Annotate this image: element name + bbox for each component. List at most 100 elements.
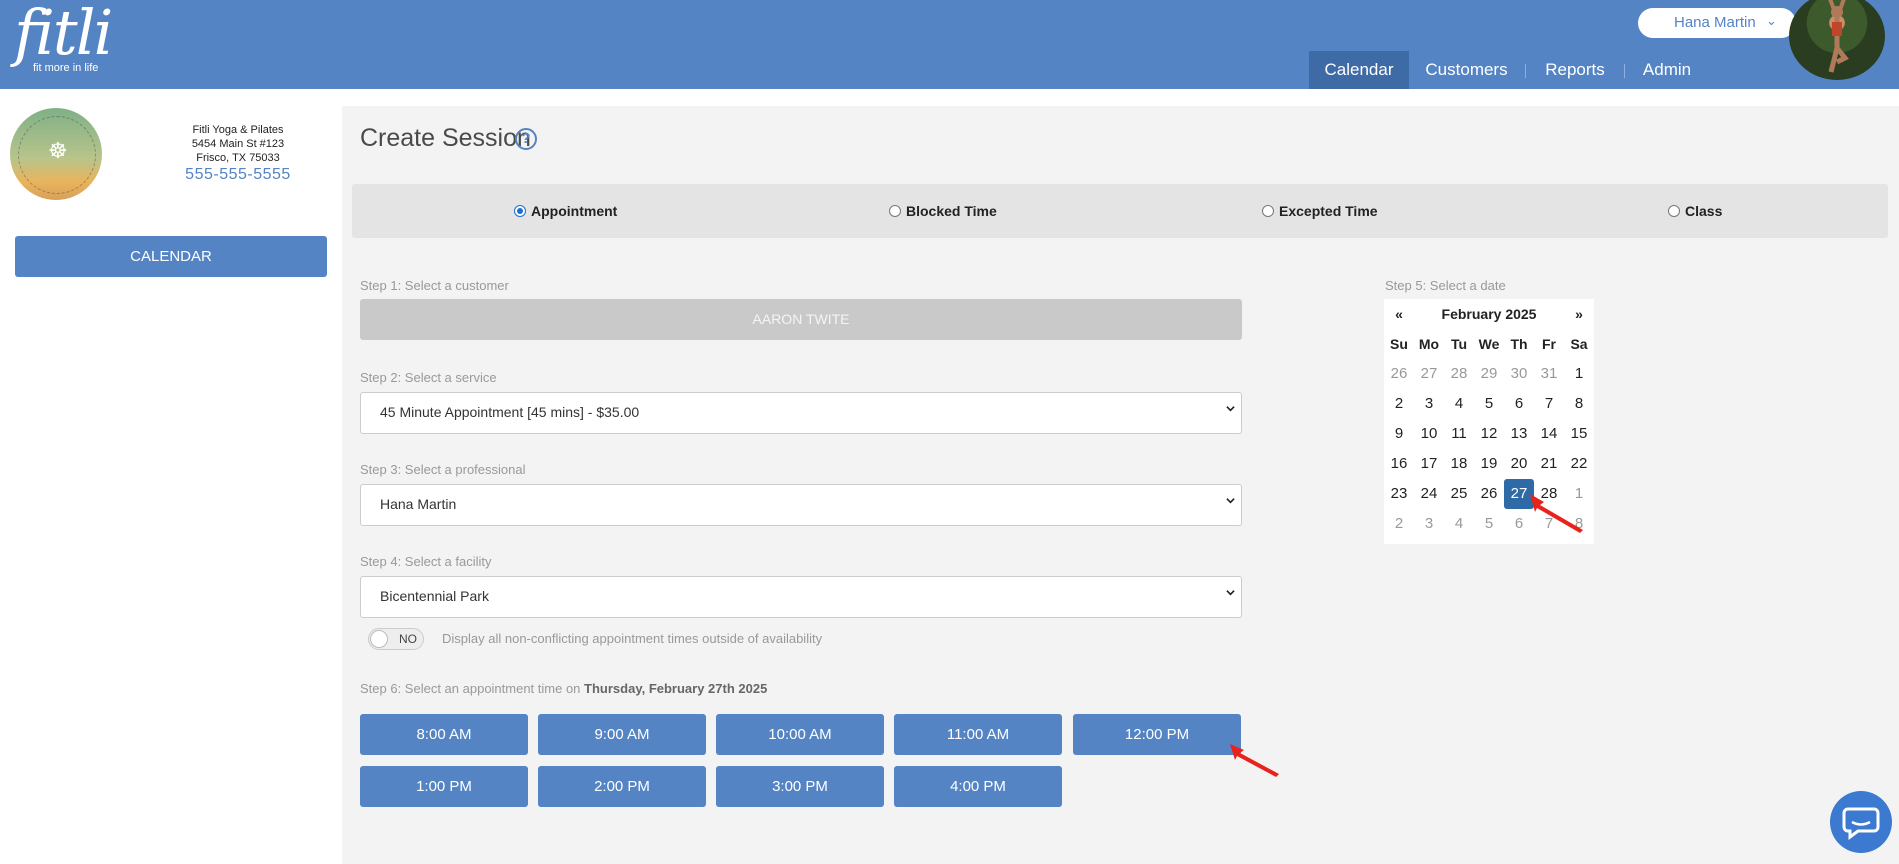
- annotation-arrow-icon: [1230, 744, 1279, 777]
- calendar-weekday: Sa: [1570, 336, 1588, 352]
- nav-customers[interactable]: Customers: [1419, 51, 1514, 89]
- calendar-day[interactable]: 29: [1474, 359, 1504, 389]
- radio-button[interactable]: [1262, 205, 1274, 217]
- time-slot-button[interactable]: 1:00 PM: [360, 766, 528, 807]
- calendar-day[interactable]: 1: [1564, 359, 1594, 389]
- step5-label: Step 5: Select a date: [1385, 278, 1506, 293]
- radio-label: Class: [1685, 203, 1723, 219]
- calendar-day[interactable]: 4: [1444, 389, 1474, 419]
- chat-bubble-icon: [1842, 807, 1880, 840]
- chevron-down-icon: [1226, 406, 1235, 412]
- calendar-weekday: Su: [1390, 336, 1408, 352]
- session-type-selector: Appointment Blocked Time Excepted Time C…: [352, 184, 1888, 238]
- calendar-day[interactable]: 4: [1444, 509, 1474, 539]
- professional-value: Hana Martin: [380, 496, 457, 512]
- toggle-description: Display all non-conflicting appointment …: [442, 631, 823, 646]
- calendar-day[interactable]: 18: [1444, 449, 1474, 479]
- calendar-day[interactable]: 12: [1474, 419, 1504, 449]
- calendar-next-button[interactable]: »: [1566, 299, 1592, 329]
- avatar-figure-icon: [1828, 0, 1849, 73]
- calendar-day[interactable]: 3: [1414, 509, 1444, 539]
- time-slot-button[interactable]: 10:00 AM: [716, 714, 884, 755]
- radio-label: Blocked Time: [906, 203, 997, 219]
- logo-word: fitli: [14, 0, 113, 69]
- calendar-day[interactable]: 16: [1384, 449, 1414, 479]
- customer-select-button[interactable]: AARON TWITE: [360, 299, 1242, 340]
- time-slot-button[interactable]: 4:00 PM: [894, 766, 1062, 807]
- calendar-weekday: Fr: [1542, 336, 1556, 352]
- chevron-down-icon: ⌄: [1766, 13, 1777, 28]
- question-circle-icon[interactable]: ?: [515, 128, 537, 150]
- calendar-day[interactable]: 17: [1414, 449, 1444, 479]
- calendar-day[interactable]: 9: [1384, 419, 1414, 449]
- calendar-day[interactable]: 5: [1474, 389, 1504, 419]
- user-name: Hana Martin: [1674, 14, 1756, 31]
- calendar-day[interactable]: 15: [1564, 419, 1594, 449]
- chat-button[interactable]: [1830, 791, 1892, 853]
- calendar-prev-button[interactable]: «: [1386, 299, 1412, 329]
- calendar-day[interactable]: 25: [1444, 479, 1474, 509]
- time-slot-button[interactable]: 11:00 AM: [894, 714, 1062, 755]
- calendar-day[interactable]: 8: [1564, 389, 1594, 419]
- time-slot-button[interactable]: 2:00 PM: [538, 766, 706, 807]
- nav-reports[interactable]: Reports: [1535, 51, 1615, 89]
- calendar-day[interactable]: 10: [1414, 419, 1444, 449]
- calendar-day[interactable]: 19: [1474, 449, 1504, 479]
- calendar-day[interactable]: 2: [1384, 389, 1414, 419]
- step6-date: Thursday, February 27th 2025: [584, 681, 768, 696]
- calendar-day[interactable]: 14: [1534, 419, 1564, 449]
- calendar-day[interactable]: 13: [1504, 419, 1534, 449]
- toggle-state: NO: [399, 632, 417, 646]
- step4-label: Step 4: Select a facility: [360, 554, 492, 569]
- professional-select[interactable]: Hana Martin: [360, 484, 1242, 526]
- radio-excepted-time[interactable]: Excepted Time: [1262, 203, 1378, 219]
- calendar-day[interactable]: 6: [1504, 389, 1534, 419]
- radio-blocked-time[interactable]: Blocked Time: [889, 203, 997, 219]
- calendar-day[interactable]: 31: [1534, 359, 1564, 389]
- calendar-day[interactable]: 30: [1504, 359, 1534, 389]
- business-phone[interactable]: 555-555-5555: [160, 166, 316, 184]
- facility-value: Bicentennial Park: [380, 588, 489, 604]
- calendar-day[interactable]: 3: [1414, 389, 1444, 419]
- create-session-panel: Create Session ? Appointment Blocked Tim…: [342, 106, 1899, 864]
- fitli-logo[interactable]: fitli fit more in life: [14, 0, 113, 75]
- time-slot-button[interactable]: 8:00 AM: [360, 714, 528, 755]
- time-slot-button[interactable]: 12:00 PM: [1073, 714, 1241, 755]
- availability-toggle[interactable]: NO: [368, 628, 424, 650]
- meditation-figure-icon: ☸: [48, 138, 68, 163]
- facility-select[interactable]: Bicentennial Park: [360, 576, 1242, 618]
- calendar-day[interactable]: 7: [1534, 389, 1564, 419]
- radio-button[interactable]: [514, 205, 526, 217]
- time-slot-button[interactable]: 9:00 AM: [538, 714, 706, 755]
- nav-calendar[interactable]: Calendar: [1309, 51, 1409, 89]
- calendar-day[interactable]: 2: [1384, 509, 1414, 539]
- radio-appointment[interactable]: Appointment: [514, 203, 617, 219]
- calendar-day[interactable]: 24: [1414, 479, 1444, 509]
- calendar-day[interactable]: 5: [1474, 509, 1504, 539]
- calendar-day[interactable]: 21: [1534, 449, 1564, 479]
- business-address-line1: 5454 Main St #123: [191, 138, 285, 150]
- radio-button[interactable]: [1668, 205, 1680, 217]
- avatar[interactable]: [1789, 0, 1885, 80]
- nav-admin[interactable]: Admin: [1634, 51, 1700, 89]
- calendar-day[interactable]: 27: [1414, 359, 1444, 389]
- calendar-day[interactable]: 26: [1384, 359, 1414, 389]
- calendar-day[interactable]: 22: [1564, 449, 1594, 479]
- service-select[interactable]: 45 Minute Appointment [45 mins] - $35.00: [360, 392, 1242, 434]
- business-address-line2: Frisco, TX 75033: [196, 152, 280, 164]
- time-slot-button[interactable]: 3:00 PM: [716, 766, 884, 807]
- radio-button[interactable]: [889, 205, 901, 217]
- calendar-day[interactable]: 26: [1474, 479, 1504, 509]
- calendar-weekday: We: [1478, 336, 1500, 352]
- calendar-day[interactable]: 23: [1384, 479, 1414, 509]
- radio-class[interactable]: Class: [1668, 203, 1722, 219]
- calendar-day[interactable]: 28: [1444, 359, 1474, 389]
- calendar-day[interactable]: 20: [1504, 449, 1534, 479]
- user-menu[interactable]: Hana Martin ⌄: [1638, 8, 1796, 38]
- business-info: Fitli Yoga & Pilates 5454 Main St #123 F…: [160, 123, 316, 165]
- calendar-day[interactable]: 11: [1444, 419, 1474, 449]
- calendar-button[interactable]: CALENDAR: [15, 236, 327, 277]
- calendar-month-label[interactable]: February 2025: [1414, 299, 1564, 329]
- radio-label: Appointment: [531, 203, 618, 219]
- chevron-down-icon: [1226, 498, 1235, 504]
